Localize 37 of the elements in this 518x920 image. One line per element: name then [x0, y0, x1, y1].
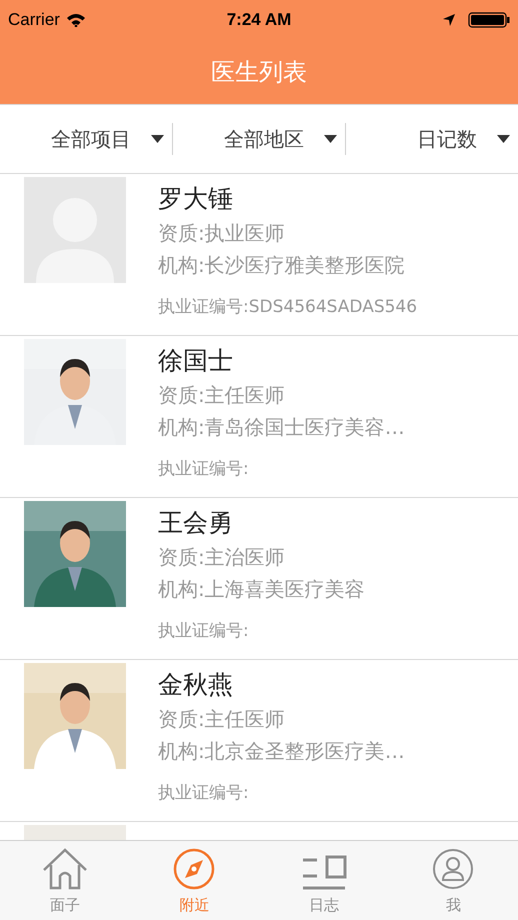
filter-dropdown[interactable]: 全部项目 [51, 124, 164, 154]
institution-text: 机构:上海喜美医疗美容 [158, 576, 365, 603]
carrier-text: Carrier [8, 9, 60, 32]
doctor-list-item[interactable]: 徐国士 资质:主任医师 机构:青岛徐国士医疗美容… 执业证编号: [0, 336, 518, 498]
license-number-text: 执业证编号: [158, 782, 250, 805]
filter-dropdown[interactable]: 日记数 [417, 124, 510, 154]
caret-icon [497, 135, 510, 143]
battery-icon [468, 12, 510, 28]
qualification-text: 资质:执业医师 [158, 220, 286, 247]
caret-icon [151, 135, 164, 143]
license-number-text: 执业证编号:SDS4564SADAS546 [158, 296, 418, 319]
doctor-list-item[interactable]: 王会勇 资质:主治医师 机构:上海喜美医疗美容 执业证编号: [0, 498, 518, 660]
doctor-list-item[interactable]: 金秋燕 资质:主任医师 机构:北京金圣整形医疗美… 执业证编号: [0, 660, 518, 822]
filter-dropdown[interactable]: 全部地区 [224, 124, 337, 154]
doctor-name: 王会勇 [158, 507, 234, 539]
institution-text: 机构:青岛徐国士医疗美容… [158, 414, 405, 441]
home-icon [42, 848, 88, 890]
license-number-text: 执业证编号: [158, 620, 250, 643]
qualification-text: 资质:主任医师 [158, 706, 286, 733]
institution-text: 机构:长沙医疗雅美整形医院 [158, 252, 406, 279]
doctor-list-item[interactable]: 罗大锤 资质:执业医师 机构:长沙医疗雅美整形医院 执业证编号:SDS4564SADAS546 [0, 174, 518, 336]
institution-text: 机构:北京金圣整形医疗美… [158, 738, 405, 765]
clock-text: 7:24 AM [226, 9, 292, 32]
avatar-placeholder-icon [24, 177, 126, 283]
user-icon [432, 848, 474, 890]
doctor-name: 金秋燕 [158, 669, 234, 701]
compass-icon [173, 848, 216, 890]
journal-icon [300, 854, 347, 890]
page-title: 医生列表 [211, 57, 307, 88]
location-arrow-icon [442, 13, 456, 27]
caret-icon [324, 135, 337, 143]
qualification-text: 资质:主治医师 [158, 544, 286, 571]
license-number-text: 执业证编号: [158, 458, 250, 481]
doctor-name: 罗大锤 [158, 183, 234, 215]
wifi-icon [66, 13, 86, 27]
doctor-name: 徐国士 [158, 345, 234, 377]
qualification-text: 资质:主任医师 [158, 382, 286, 409]
